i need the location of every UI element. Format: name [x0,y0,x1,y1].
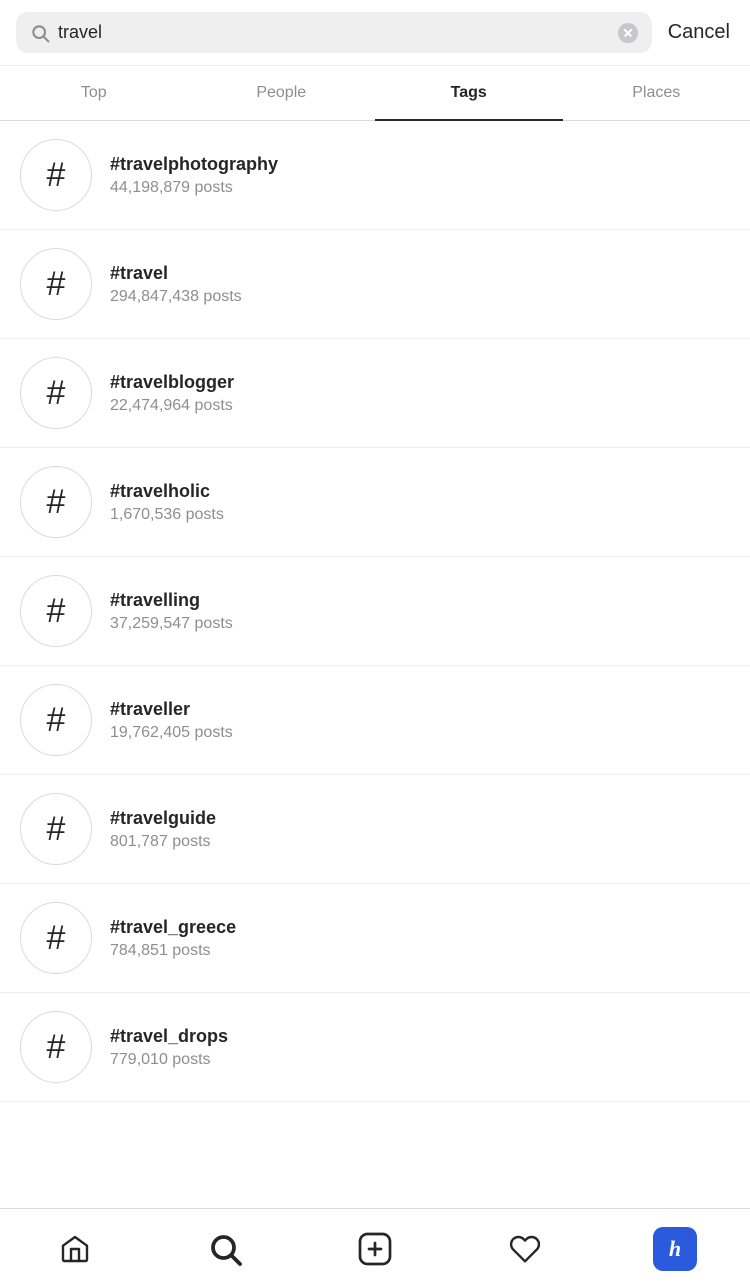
search-nav-icon [207,1231,243,1267]
tag-count: 294,847,438 posts [110,288,242,306]
tag-info: #travelling 37,259,547 posts [110,590,233,633]
tag-item[interactable]: # #travelguide 801,787 posts [0,775,750,884]
search-input[interactable]: travel [58,22,610,43]
tag-info: #travelphotography 44,198,879 posts [110,154,278,197]
tag-name: #travel_drops [110,1026,228,1047]
nav-home[interactable] [45,1219,105,1279]
hashtag-circle: # [20,1011,92,1083]
hashtag-circle: # [20,575,92,647]
tag-item[interactable]: # #travelphotography 44,198,879 posts [0,121,750,230]
tag-info: #travelholic 1,670,536 posts [110,481,224,524]
nav-add[interactable] [345,1219,405,1279]
hashtag-circle: # [20,684,92,756]
tag-count: 44,198,879 posts [110,179,278,197]
search-icon [30,23,50,43]
tag-name: #travel_greece [110,917,236,938]
tag-name: #traveller [110,699,233,720]
hashtag-circle: # [20,793,92,865]
hashtag-circle: # [20,357,92,429]
home-icon [59,1233,91,1265]
bottom-nav: h [0,1208,750,1288]
tab-top[interactable]: Top [0,66,188,120]
tag-item[interactable]: # #travelblogger 22,474,964 posts [0,339,750,448]
tag-info: #travel_greece 784,851 posts [110,917,236,960]
hashtag-symbol: # [47,158,66,192]
hashtag-symbol: # [47,812,66,846]
hashtag-circle: # [20,466,92,538]
hashtag-circle: # [20,139,92,211]
hashtag-symbol: # [47,594,66,628]
tag-info: #traveller 19,762,405 posts [110,699,233,742]
tag-list: # #travelphotography 44,198,879 posts # #tra… [0,121,750,1102]
tag-name: #travelguide [110,808,216,829]
hashtag-symbol: # [47,921,66,955]
cancel-button[interactable]: Cancel [664,21,734,44]
hashtag-symbol: # [47,485,66,519]
tag-count: 1,670,536 posts [110,506,224,524]
tab-people[interactable]: People [188,66,376,120]
tag-count: 19,762,405 posts [110,724,233,742]
tag-name: #travel [110,263,242,284]
nav-search[interactable] [195,1219,255,1279]
hashtag-symbol: # [47,376,66,410]
tag-item[interactable]: # #travelholic 1,670,536 posts [0,448,750,557]
hashtag-symbol: # [47,267,66,301]
hashtag-symbol: # [47,703,66,737]
search-bar: travel Cancel [0,0,750,66]
tag-count: 22,474,964 posts [110,397,234,415]
nav-halide[interactable]: h [645,1219,705,1279]
tag-info: #travelblogger 22,474,964 posts [110,372,234,415]
halide-icon: h [653,1227,697,1271]
tag-item[interactable]: # #travel 294,847,438 posts [0,230,750,339]
heart-icon [509,1233,541,1265]
tabs-bar: Top People Tags Places [0,66,750,121]
hashtag-symbol: # [47,1030,66,1064]
tag-item[interactable]: # #travel_drops 779,010 posts [0,993,750,1102]
add-icon [357,1231,393,1267]
clear-search-button[interactable] [618,23,638,43]
search-input-wrapper: travel [16,12,652,53]
tag-count: 801,787 posts [110,833,216,851]
tab-tags[interactable]: Tags [375,66,563,120]
tag-info: #travelguide 801,787 posts [110,808,216,851]
nav-activity[interactable] [495,1219,555,1279]
tag-count: 784,851 posts [110,942,236,960]
tag-name: #travelling [110,590,233,611]
tag-info: #travel_drops 779,010 posts [110,1026,228,1069]
hashtag-circle: # [20,902,92,974]
tag-item[interactable]: # #traveller 19,762,405 posts [0,666,750,775]
tag-name: #travelblogger [110,372,234,393]
tag-item[interactable]: # #travel_greece 784,851 posts [0,884,750,993]
tag-info: #travel 294,847,438 posts [110,263,242,306]
tab-places[interactable]: Places [563,66,750,120]
tag-count: 779,010 posts [110,1051,228,1069]
hashtag-circle: # [20,248,92,320]
tag-name: #travelphotography [110,154,278,175]
tag-name: #travelholic [110,481,224,502]
tag-item[interactable]: # #travelling 37,259,547 posts [0,557,750,666]
tag-count: 37,259,547 posts [110,615,233,633]
